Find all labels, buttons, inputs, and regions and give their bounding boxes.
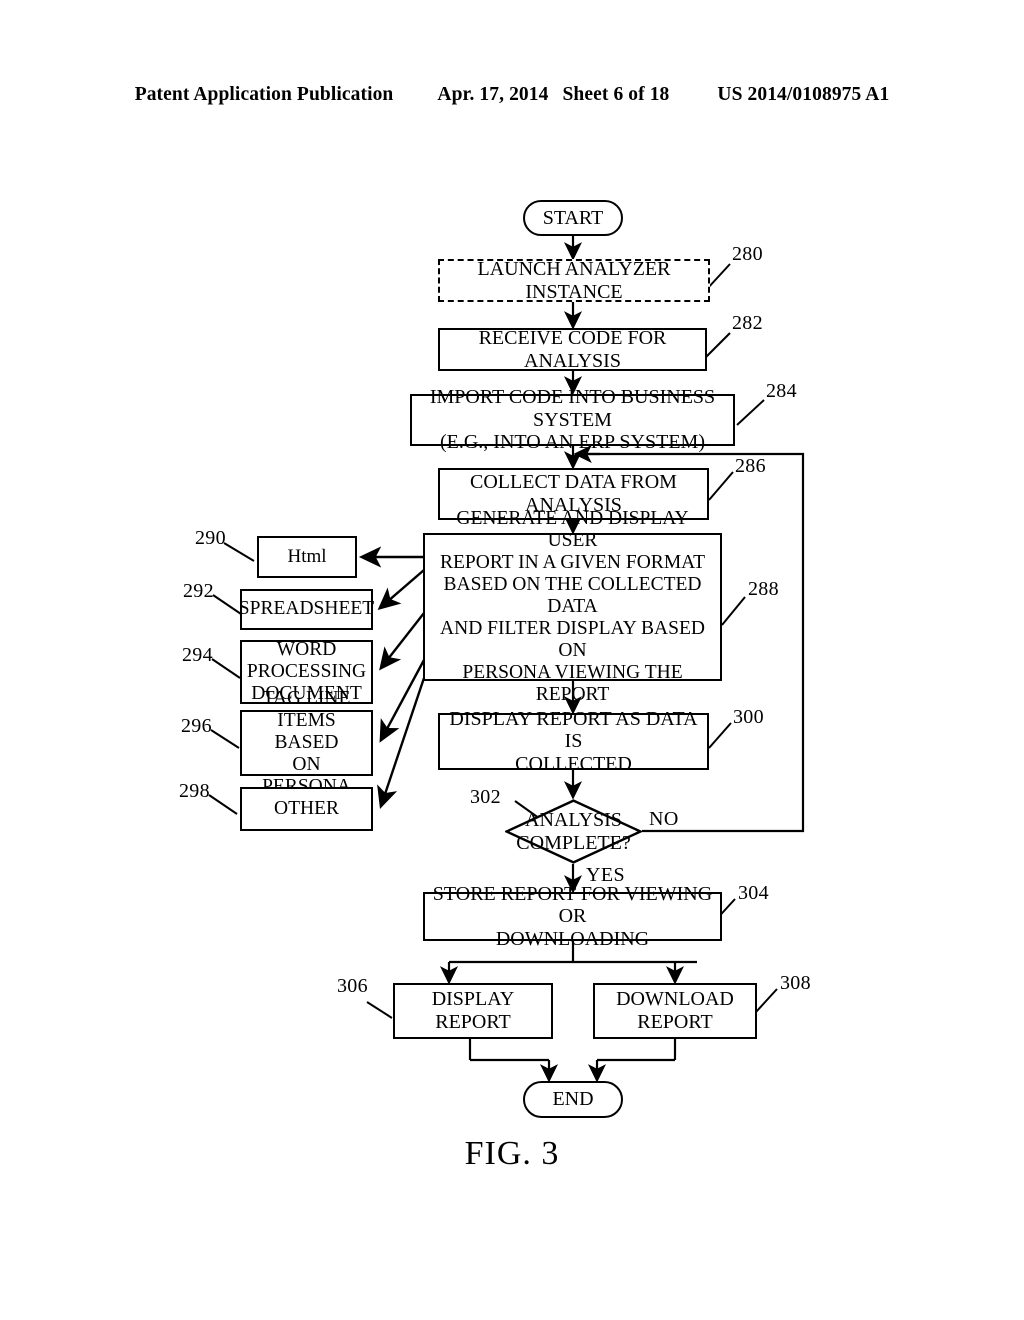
flow-node-download-report: DOWNLOAD REPORT bbox=[593, 983, 757, 1039]
flow-node-start-label: START bbox=[542, 206, 604, 229]
publication-title: Patent Application Publication bbox=[134, 84, 394, 105]
flow-node-receive-code-label: RECEIVE CODE FOR ANALYSIS bbox=[478, 326, 667, 372]
figure-caption: FIG. 3 bbox=[464, 1135, 560, 1172]
sheet-number: Sheet 6 of 18 bbox=[562, 84, 670, 105]
refnum-282: 282 bbox=[732, 312, 763, 334]
format-box-html-label: Html bbox=[287, 546, 327, 568]
flow-node-display-as-collected-label: DISPLAY REPORT AS DATA IS COLLECTED bbox=[449, 707, 698, 775]
flow-node-generate-display-report: GENERATE AND DISPLAY USER REPORT IN A GI… bbox=[423, 508, 722, 705]
patent-figure-page: Patent Application Publication Apr. 17, … bbox=[0, 0, 1024, 1320]
publication-date-sheet: Apr. 17, 2014 Sheet 6 of 18 bbox=[437, 84, 669, 106]
refnum-286: 286 bbox=[735, 455, 766, 477]
format-box-tag-line-items-label: TAG LINE ITEMS BASED ON PERSONA bbox=[262, 687, 351, 797]
flow-node-analysis-complete-decision: ANALYSIS COMPLETE? bbox=[505, 799, 642, 864]
publication-header: Patent Application Publication Apr. 17, … bbox=[0, 84, 1024, 110]
flow-node-launch-analyzer-instance-label: LAUNCH ANALYZER INSTANCE bbox=[477, 257, 671, 303]
publication-date: Apr. 17, 2014 bbox=[437, 84, 549, 105]
flow-node-display-as-collected: DISPLAY REPORT AS DATA IS COLLECTED bbox=[438, 708, 709, 775]
flow-node-end: END bbox=[523, 1081, 623, 1118]
flow-node-analysis-complete-decision-label: ANALYSIS COMPLETE? bbox=[516, 808, 631, 854]
flow-node-import-code-label: IMPORT CODE INTO BUSINESS SYSTEM (E.G., … bbox=[429, 386, 716, 454]
flow-node-start: START bbox=[523, 200, 623, 236]
refnum-300: 300 bbox=[733, 706, 764, 728]
flow-node-display-report: DISPLAY REPORT bbox=[393, 983, 553, 1039]
format-box-other-label: OTHER bbox=[274, 797, 339, 819]
refnum-308: 308 bbox=[780, 972, 811, 994]
branch-label-no: NO bbox=[649, 808, 679, 830]
refnum-284: 284 bbox=[766, 380, 797, 402]
format-box-spreadsheet: SPREADSHEET bbox=[239, 589, 374, 630]
format-box-tag-line-items: TAG LINE ITEMS BASED ON PERSONA bbox=[240, 688, 373, 797]
flow-node-end-label: END bbox=[552, 1088, 594, 1111]
format-box-spreadsheet-label: SPREADSHEET bbox=[238, 598, 375, 620]
flow-node-receive-code: RECEIVE CODE FOR ANALYSIS bbox=[438, 326, 707, 372]
refnum-290: 290 bbox=[195, 527, 226, 549]
refnum-304: 304 bbox=[738, 882, 769, 904]
flow-node-import-code: IMPORT CODE INTO BUSINESS SYSTEM (E.G., … bbox=[410, 386, 735, 453]
refnum-288: 288 bbox=[748, 578, 779, 600]
flow-node-store-report-label: STORE REPORT FOR VIEWING OR DOWNLOADING bbox=[432, 882, 713, 950]
refnum-280: 280 bbox=[732, 243, 763, 265]
refnum-306: 306 bbox=[337, 975, 368, 997]
refnum-302: 302 bbox=[470, 786, 501, 808]
refnum-296: 296 bbox=[181, 715, 212, 737]
format-box-html: Html bbox=[257, 536, 357, 578]
flow-node-generate-display-report-label: GENERATE AND DISPLAY USER REPORT IN A GI… bbox=[439, 507, 705, 706]
flow-node-download-report-label: DOWNLOAD REPORT bbox=[616, 988, 734, 1033]
flow-node-store-report: STORE REPORT FOR VIEWING OR DOWNLOADING bbox=[423, 883, 722, 950]
flow-node-display-report-label: DISPLAY REPORT bbox=[431, 988, 515, 1033]
refnum-292: 292 bbox=[183, 580, 214, 602]
patent-number: US 2014/0108975 A1 bbox=[717, 84, 890, 105]
flow-node-launch-analyzer-instance: LAUNCH ANALYZER INSTANCE bbox=[438, 257, 710, 303]
refnum-294: 294 bbox=[182, 644, 213, 666]
refnum-298: 298 bbox=[179, 780, 210, 802]
format-box-other: OTHER bbox=[240, 787, 373, 831]
